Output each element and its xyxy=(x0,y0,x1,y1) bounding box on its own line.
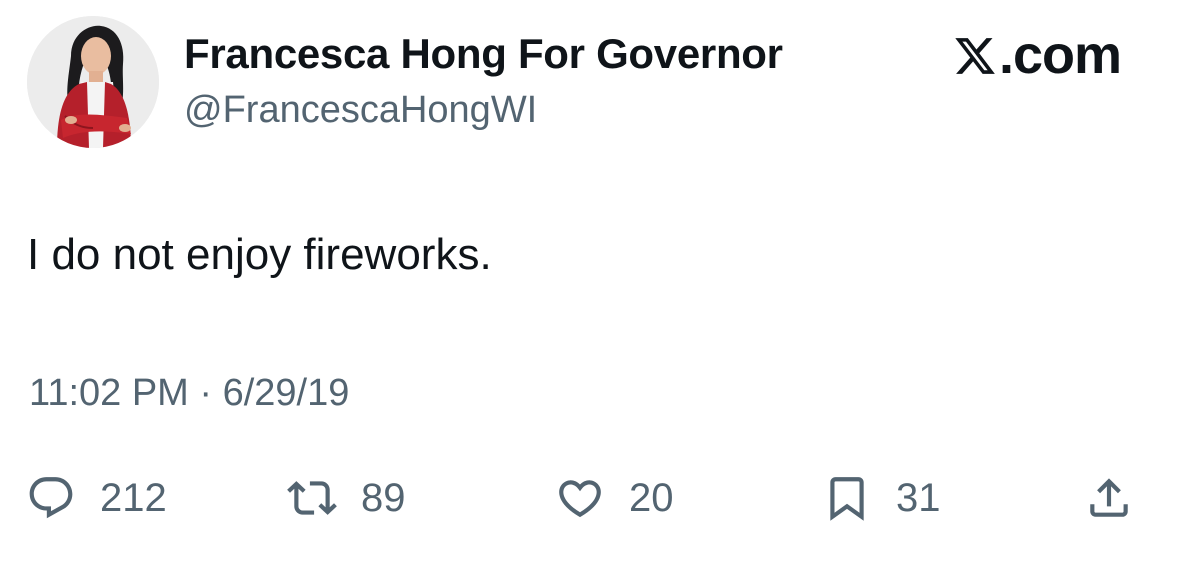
tweet-timestamp[interactable]: 11:02 PM · 6/29/19 xyxy=(29,374,349,412)
retweet-icon xyxy=(287,473,337,523)
bookmark-count: 31 xyxy=(896,476,941,520)
reply-count: 212 xyxy=(100,476,167,520)
reply-button[interactable]: 212 xyxy=(26,468,167,528)
share-button[interactable] xyxy=(1084,468,1134,528)
retweet-button[interactable]: 89 xyxy=(287,468,406,528)
brand-label: .com xyxy=(998,25,1122,85)
retweet-count: 89 xyxy=(361,476,406,520)
like-count: 20 xyxy=(629,476,674,520)
x-logo-icon xyxy=(953,33,997,77)
avatar-photo xyxy=(27,16,159,148)
action-bar: 212 89 20 31 xyxy=(0,468,1179,528)
reply-icon xyxy=(26,473,76,523)
user-handle[interactable]: @FrancescaHongWI xyxy=(184,91,537,129)
share-icon xyxy=(1084,473,1134,523)
brand-watermark: .com xyxy=(953,25,1122,85)
heart-icon xyxy=(555,473,605,523)
avatar[interactable] xyxy=(27,16,159,148)
tweet-text: I do not enjoy fireworks. xyxy=(27,230,492,279)
display-name[interactable]: Francesca Hong For Governor xyxy=(184,33,783,75)
bookmark-button[interactable]: 31 xyxy=(822,468,941,528)
bookmark-icon xyxy=(822,473,872,523)
like-button[interactable]: 20 xyxy=(555,468,674,528)
